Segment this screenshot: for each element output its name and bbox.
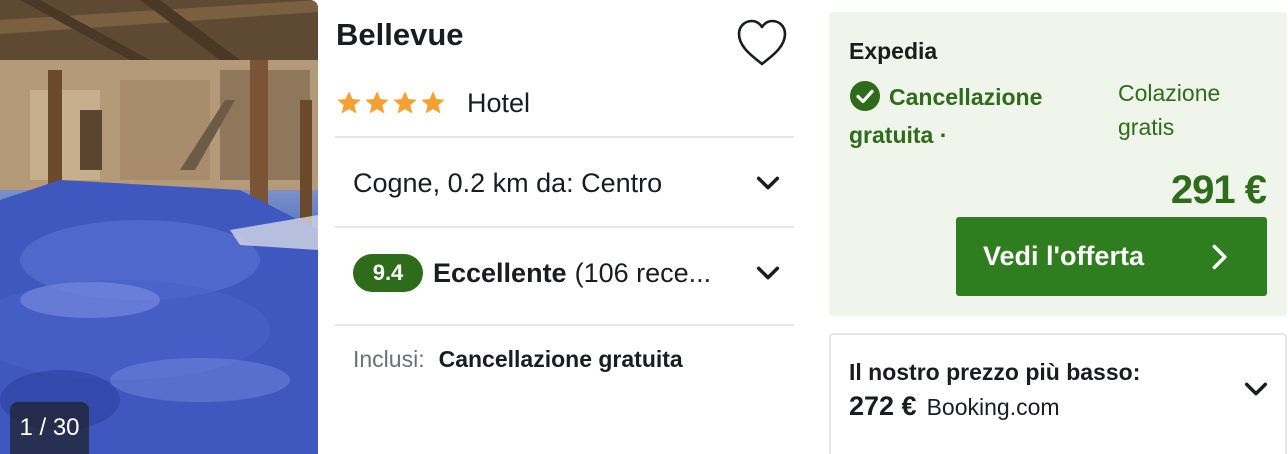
hotel-info: Bellevue Hotel Cogne, 0.2 km da: Centro … [335, 0, 795, 454]
divider [335, 324, 794, 326]
lowest-price-title: Il nostro prezzo più basso: [849, 359, 1141, 385]
view-deal-label: Vedi l'offerta [983, 241, 1144, 271]
separator-dot: · [939, 122, 948, 148]
heart-icon [737, 19, 787, 66]
hotel-type: Hotel [467, 87, 531, 118]
divider [335, 136, 794, 138]
rating-row[interactable]: 9.4 Eccellente (106 rece... [335, 229, 794, 317]
lowest-price-value: 272 € [849, 391, 917, 421]
star-icon [393, 91, 417, 114]
breakfast-included: Colazione gratis [1118, 80, 1221, 140]
favorite-button[interactable] [735, 18, 789, 68]
free-cancellation: Cancellazione gratuita · [849, 78, 1089, 154]
location-row[interactable]: Cogne, 0.2 km da: Centro [335, 139, 794, 227]
score-badge: 9.4 [353, 254, 423, 292]
photo-counter: 1 / 30 [10, 402, 89, 454]
review-count: (106 rece... [574, 257, 712, 288]
hotel-name[interactable]: Bellevue [336, 17, 464, 53]
offer-price: 291 € [1170, 168, 1267, 212]
view-deal-button[interactable]: Vedi l'offerta [956, 217, 1267, 296]
rating-word: Eccellente [433, 257, 567, 288]
lowest-price-panel[interactable]: Il nostro prezzo più basso: 272 € Bookin… [829, 333, 1287, 454]
location-text: Cogne, 0.2 km da: Centro [353, 167, 663, 198]
hotel-stars: Hotel [335, 86, 530, 120]
chevron-down-icon [756, 176, 780, 190]
chevron-right-icon [1212, 244, 1227, 269]
divider [335, 226, 794, 228]
lowest-price-line: 272 € Booking.com [849, 391, 1060, 422]
chevron-down-icon [756, 266, 780, 280]
lowest-price-site: Booking.com [926, 394, 1060, 420]
pool-scene-image [0, 0, 318, 454]
included-value: Cancellazione gratuita [438, 346, 683, 372]
star-icon [337, 91, 361, 114]
hotel-photo[interactable]: 1 / 30 [0, 0, 318, 454]
included-row: Inclusi: Cancellazione gratuita [353, 346, 683, 373]
check-circle-icon [850, 80, 880, 111]
star-icon [421, 91, 445, 114]
included-label: Inclusi: [353, 346, 425, 372]
star-icon [365, 91, 389, 114]
offer-provider: Expedia [849, 38, 938, 64]
offer-panel[interactable]: Expedia Cancellazione gratuita · Colazio… [829, 12, 1287, 316]
chevron-down-icon[interactable] [1242, 375, 1270, 403]
